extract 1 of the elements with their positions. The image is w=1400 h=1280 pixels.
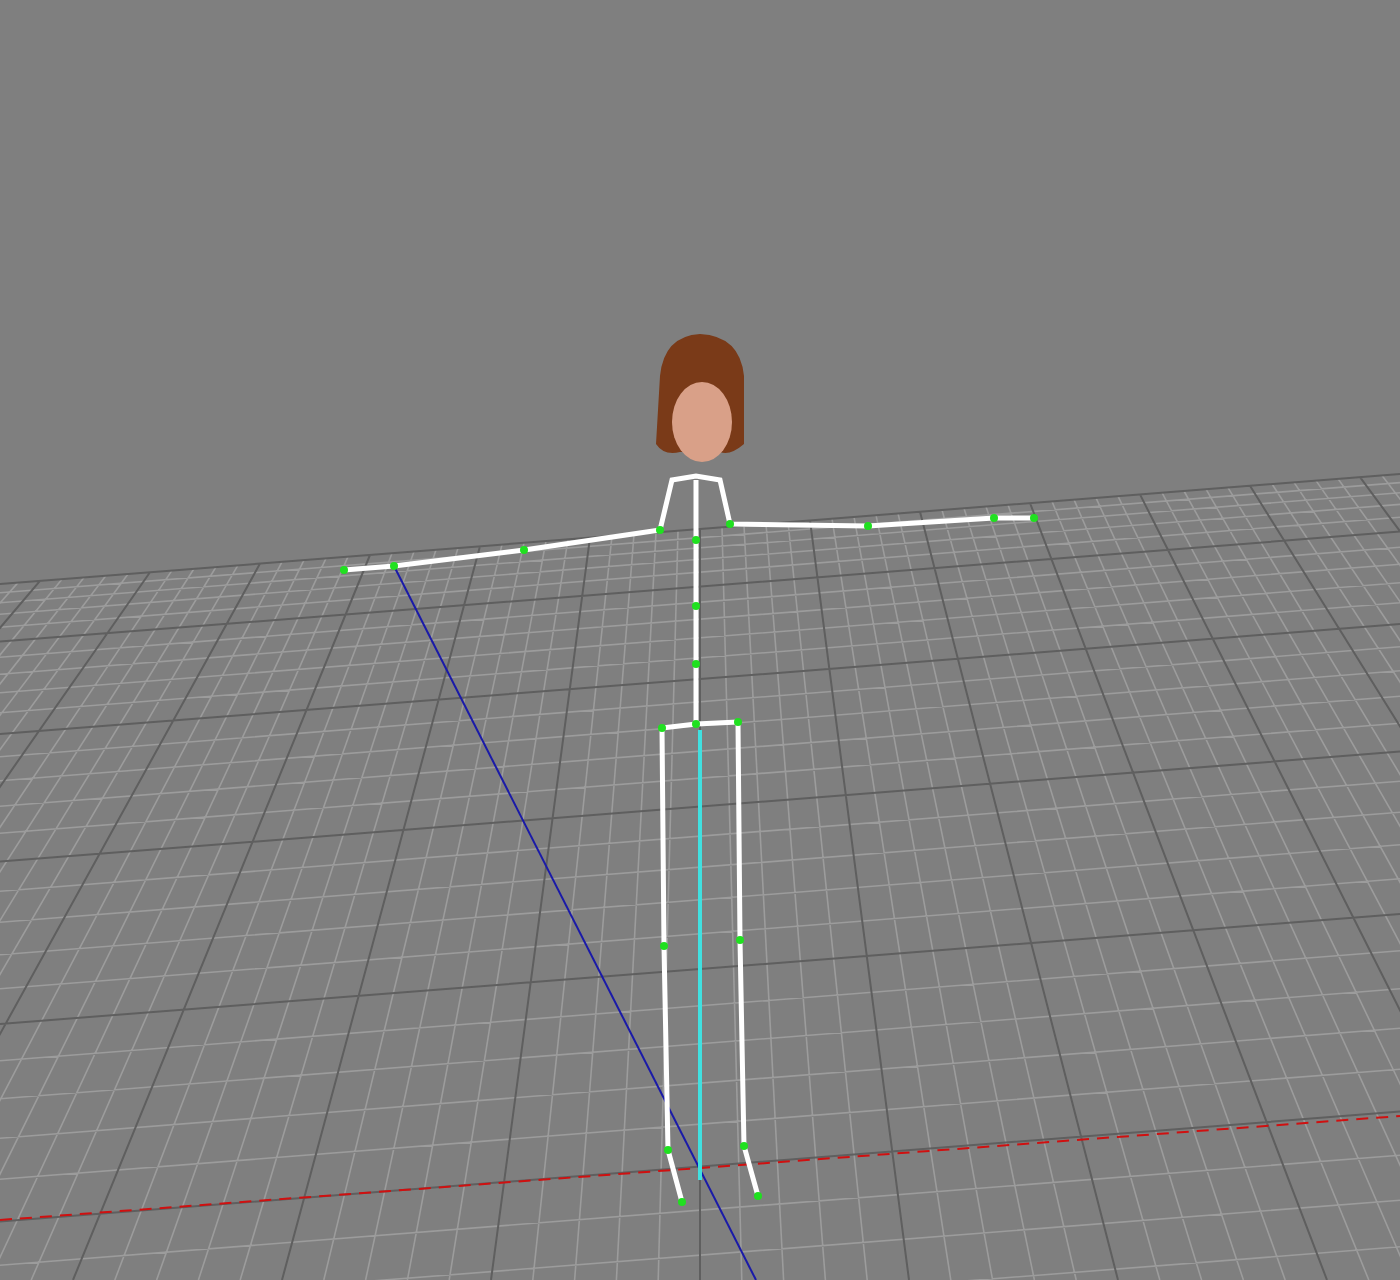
head-placeholder <box>656 334 744 462</box>
